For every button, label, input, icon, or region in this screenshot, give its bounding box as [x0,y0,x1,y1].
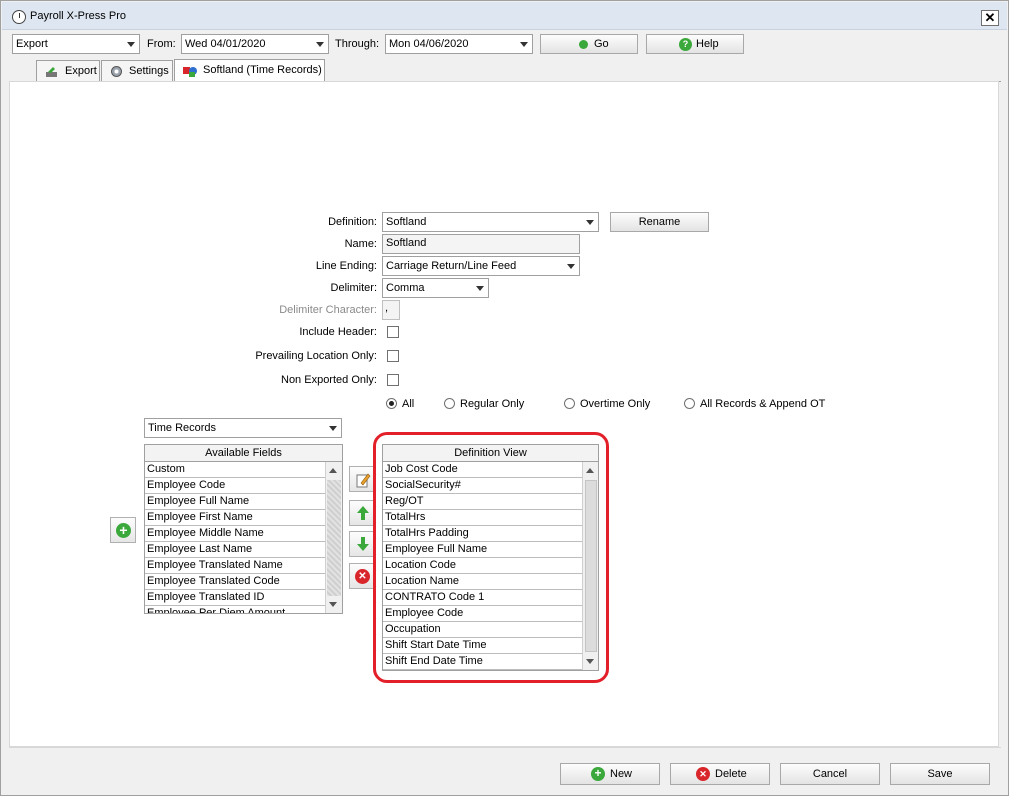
include-header-checkbox[interactable] [387,326,399,338]
prevailing-checkbox[interactable] [387,350,399,362]
prevailing-label: Prevailing Location Only: [255,350,377,362]
tab-export-label: Export [65,65,97,77]
through-date-picker[interactable]: Mon 04/06/2020 [385,34,533,54]
edit-field-button[interactable] [349,466,375,492]
name-label: Name: [344,238,377,250]
scroll-down-icon[interactable] [329,602,337,607]
definition-label: Definition: [328,216,377,228]
chevron-down-icon [312,36,327,52]
radio-all-label: All [402,398,415,410]
available-fields-header: Available Fields [145,445,342,462]
line-ending-value: Carriage Return/Line Feed [386,260,517,272]
field-source-value: Time Records [148,422,217,434]
chevron-down-icon [472,280,487,296]
plus-icon: + [591,767,605,781]
go-icon [579,40,588,49]
close-button[interactable]: ✕ [981,10,999,26]
save-button[interactable]: Save [890,763,990,785]
line-ending-select[interactable]: Carriage Return/Line Feed [382,256,580,276]
delimiter-select[interactable]: Comma [382,278,489,298]
export-icon [45,65,58,77]
definition-select[interactable]: Softland [382,212,599,232]
tab-export[interactable]: Export [36,60,100,81]
delimiter-value: Comma [386,282,425,294]
radio-all[interactable] [386,398,397,409]
list-item[interactable]: Employee First Name [145,510,325,526]
help-button[interactable]: ? Help [646,34,744,54]
mode-value: Export [16,38,48,50]
delete-label: Delete [715,768,747,780]
go-button[interactable]: Go [540,34,638,54]
list-item[interactable]: Employee Translated ID [145,590,325,606]
chevron-down-icon [325,420,340,436]
list-item[interactable]: Employee Per Diem Amount [145,606,325,613]
delimiter-label: Delimiter: [330,282,377,294]
from-date-value: Wed 04/01/2020 [185,38,266,50]
radio-regular-only[interactable] [444,398,455,409]
available-fields-list[interactable]: Available Fields Custom Employee Code Em… [144,444,343,614]
radio-overtime-only[interactable] [564,398,575,409]
include-header-label: Include Header: [299,326,377,338]
radio-append-ot[interactable] [684,398,695,409]
remove-icon: ✕ [355,569,370,584]
field-source-select[interactable]: Time Records [144,418,342,438]
new-label: New [610,768,633,780]
mode-select[interactable]: Export [12,34,140,54]
name-field[interactable]: Softland [382,234,580,254]
title-bar: Payroll X-Press Pro ✕ [2,2,1007,30]
delete-icon: ✕ [696,767,710,781]
new-button[interactable]: + New [560,763,660,785]
definition-value: Softland [386,216,427,228]
cancel-button[interactable]: Cancel [780,763,880,785]
clock-icon [12,10,26,24]
from-label: From: [147,38,176,50]
list-item[interactable]: Employee Translated Code [145,574,325,590]
add-field-button[interactable]: + [110,517,136,543]
tab-softland-label: Softland (Time Records) [203,64,322,76]
footer-divider [9,747,1001,748]
non-exported-checkbox[interactable] [387,374,399,386]
delimiter-char-label: Delimiter Character: [279,304,377,316]
radio-overtime-label: Overtime Only [580,398,651,410]
window-title: Payroll X-Press Pro [30,10,126,22]
delimiter-char-field: , [382,300,400,320]
list-item[interactable]: Employee Middle Name [145,526,325,542]
arrow-up-icon [355,505,371,524]
help-label: Help [696,38,719,50]
scroll-up-icon[interactable] [329,468,337,473]
arrow-down-icon [355,536,371,555]
chevron-down-icon [123,36,138,52]
rename-button[interactable]: Rename [610,212,709,232]
list-item[interactable]: Employee Full Name [145,494,325,510]
tab-settings[interactable]: Settings [101,60,173,81]
highlight-outline [373,432,609,683]
remove-field-button[interactable]: ✕ [349,563,375,589]
list-item[interactable]: Employee Code [145,478,325,494]
move-up-button[interactable] [349,500,375,526]
delete-button[interactable]: ✕ Delete [670,763,770,785]
pencil-icon [355,472,371,491]
through-label: Through: [335,38,380,50]
chevron-down-icon [516,36,531,52]
chevron-down-icon [563,258,578,274]
list-item[interactable]: Employee Last Name [145,542,325,558]
non-exported-label: Non Exported Only: [281,374,377,386]
radio-regular-label: Regular Only [460,398,525,410]
tab-settings-label: Settings [129,65,169,77]
chevron-down-icon [582,214,597,230]
available-scrollbar[interactable] [325,462,342,613]
app-window: Payroll X-Press Pro ✕ Export From: Wed 0… [0,0,1009,796]
scroll-track[interactable] [327,480,341,596]
help-icon: ? [679,38,692,51]
line-ending-label: Line Ending: [315,260,377,272]
tab-softland[interactable]: Softland (Time Records) [174,59,325,82]
plus-icon: + [116,523,131,538]
through-date-value: Mon 04/06/2020 [389,38,469,50]
radio-append-ot-label: All Records & Append OT [700,398,826,410]
go-label: Go [594,38,609,50]
list-item[interactable]: Employee Translated Name [145,558,325,574]
move-down-button[interactable] [349,531,375,557]
list-item[interactable]: Custom [145,462,325,478]
from-date-picker[interactable]: Wed 04/01/2020 [181,34,329,54]
